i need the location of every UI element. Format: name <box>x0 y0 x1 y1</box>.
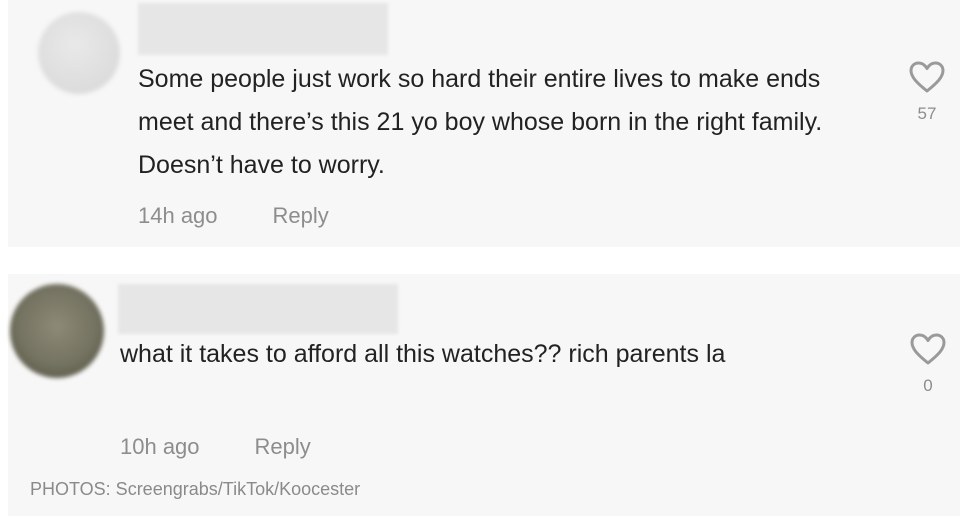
comment-text: what it takes to afford all this watches… <box>120 340 726 368</box>
timestamp: 14h ago <box>138 203 218 228</box>
comment-meta: 14h ago Reply <box>138 203 329 229</box>
timestamp: 10h ago <box>120 434 200 459</box>
username-blurred[interactable] <box>118 284 398 334</box>
like-control: 0 <box>906 332 950 396</box>
heart-outline-icon[interactable] <box>908 60 946 94</box>
comment-card: Some people just work so hard their enti… <box>8 0 960 247</box>
like-control: 57 <box>905 60 949 124</box>
reply-button[interactable]: Reply <box>273 203 329 229</box>
avatar[interactable] <box>38 12 120 94</box>
comment-text: Some people just work so hard their enti… <box>138 65 823 179</box>
reply-button[interactable]: Reply <box>255 434 311 460</box>
photo-credit: PHOTOS: Screengrabs/TikTok/Koocester <box>30 479 361 499</box>
heart-outline-icon[interactable] <box>909 332 947 366</box>
username-blurred[interactable] <box>138 3 388 55</box>
comment-meta: 10h ago Reply <box>120 434 311 460</box>
like-count: 57 <box>917 104 937 123</box>
avatar[interactable] <box>10 284 104 378</box>
like-count: 0 <box>923 376 933 395</box>
